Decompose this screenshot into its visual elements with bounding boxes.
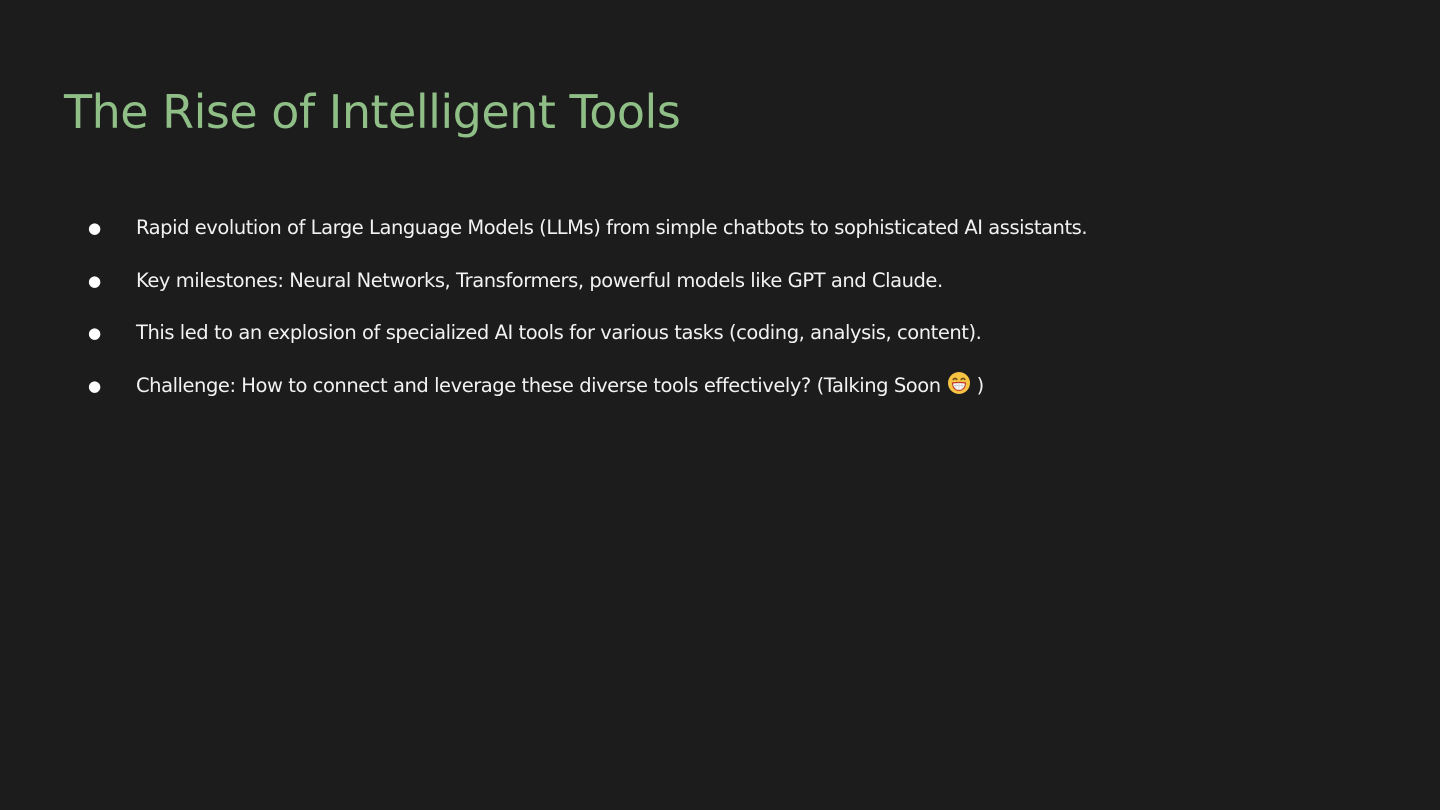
bullet-text: Key milestones: Neural Networks, Transfo… bbox=[136, 268, 943, 292]
bullet-text: Rapid evolution of Large Language Models… bbox=[136, 216, 1088, 239]
slide-title: The Rise of Intelligent Tools bbox=[64, 85, 681, 139]
list-item: ● Challenge: How to connect and leverage… bbox=[88, 371, 1087, 424]
bullet-icon: ● bbox=[88, 271, 102, 290]
list-item: ● Key milestones: Neural Networks, Trans… bbox=[88, 266, 1087, 319]
slide: The Rise of Intelligent Tools ● Rapid ev… bbox=[0, 0, 1440, 810]
list-item: ● Rapid evolution of Large Language Mode… bbox=[88, 213, 1088, 266]
bullet-icon: ● bbox=[88, 324, 102, 342]
bullet-icon: ● bbox=[88, 219, 102, 237]
bullet-text: This led to an explosion of specialized … bbox=[136, 321, 982, 344]
bullet-text-suffix: ) bbox=[976, 373, 985, 397]
bullet-text-main: Challenge: How to connect and leverage t… bbox=[136, 373, 941, 397]
list-item: ● This led to an explosion of specialize… bbox=[88, 318, 1087, 371]
bullet-icon: ● bbox=[88, 376, 102, 395]
bullet-list: ● Rapid evolution of Large Language Mode… bbox=[88, 213, 1088, 424]
grinning-face-emoji-icon bbox=[947, 371, 971, 404]
bullet-text-challenge: Challenge: How to connect and leverage t… bbox=[136, 371, 984, 404]
